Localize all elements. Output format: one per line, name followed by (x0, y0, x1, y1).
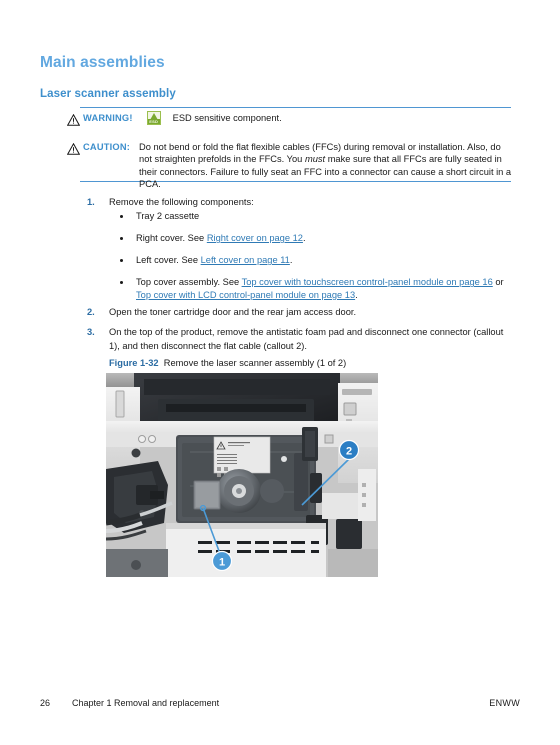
cross-reference-link[interactable]: Top cover with LCD control-panel module … (136, 290, 355, 300)
list-item-text: Left cover. See (136, 255, 201, 266)
step-2-number: 2. (87, 307, 95, 317)
warning-label: WARNING! (83, 113, 133, 123)
esd-sensitive-icon: ESD (146, 111, 161, 125)
caution-label: CAUTION: (83, 142, 131, 152)
list-item-tail: . (355, 289, 358, 300)
list-item-text: Top cover assembly. See (136, 277, 242, 288)
component-list: Tray 2 cassette Right cover. See Right c… (118, 210, 513, 311)
footer-chapter: Chapter 1 Removal and replacement (72, 698, 220, 708)
figure-caption: Figure 1-32 Remove the laser scanner ass… (109, 357, 346, 369)
page-footer: 26 Chapter 1 Removal and replacement ENW… (40, 698, 520, 708)
callout-2: 2 (338, 439, 360, 461)
document-page: Main assemblies Laser scanner assembly W… (0, 0, 560, 745)
step-3-number: 3. (87, 327, 95, 337)
figure-title: Remove the laser scanner assembly (1 of … (163, 358, 347, 368)
warning-text: ESD sensitive component. (172, 113, 282, 123)
figure-image: 1 2 (106, 373, 378, 577)
caution-triangle-icon (66, 142, 81, 155)
footer-page-number: 26 (40, 698, 51, 708)
list-item: Top cover assembly. See Top cover with t… (118, 276, 513, 301)
step-3-text: On the top of the product, remove the an… (109, 327, 504, 351)
warning-triangle-icon (66, 113, 81, 126)
cross-reference-link[interactable]: Top cover with touchscreen control-panel… (242, 277, 493, 287)
printer-interior-photo: 1 2 (106, 373, 378, 577)
list-item-tail: . (302, 233, 306, 244)
caution-admonition: CAUTION: Do not bend or fold the flat fl… (66, 141, 515, 191)
list-item-tail: . (289, 255, 293, 266)
admonition-rule-top (80, 107, 511, 108)
list-item: Left cover. See Left cover on page 11. (118, 254, 513, 267)
page-title: Main assemblies (40, 54, 165, 71)
caution-text-emphasis: must (304, 154, 326, 165)
step-1-number: 1. (87, 197, 95, 207)
list-item: Tray 2 cassette (118, 210, 513, 223)
step-2-text: Open the toner cartridge door and the re… (109, 307, 357, 317)
step-2: 2. Open the toner cartridge door and the… (87, 306, 512, 320)
warning-admonition: WARNING! ESD ESD sensitive component. (66, 111, 515, 126)
caution-text: Do not bend or fold the flat flexible ca… (139, 141, 515, 191)
callout-1: 1 (211, 550, 233, 572)
svg-text:1: 1 (219, 556, 225, 568)
list-item: Right cover. See Right cover on page 12. (118, 232, 513, 245)
step-1: 1. Remove the following components: (87, 196, 512, 210)
list-item-conjunction: or (492, 277, 504, 288)
figure-label: Figure 1-32 (109, 358, 159, 368)
footer-brand: ENWW (489, 698, 520, 708)
step-1-text: Remove the following components: (109, 197, 254, 207)
list-item-text: Tray 2 cassette (136, 211, 200, 221)
list-item-text: Right cover. See (136, 233, 207, 244)
cross-reference-link[interactable]: Left cover on page 11 (201, 255, 290, 265)
esd-badge-text: ESD (147, 119, 160, 124)
step-3: 3. On the top of the product, remove the… (87, 326, 512, 353)
svg-text:2: 2 (346, 445, 352, 457)
cross-reference-link[interactable]: Right cover on page 12 (207, 233, 303, 243)
section-heading: Laser scanner assembly (40, 88, 176, 100)
